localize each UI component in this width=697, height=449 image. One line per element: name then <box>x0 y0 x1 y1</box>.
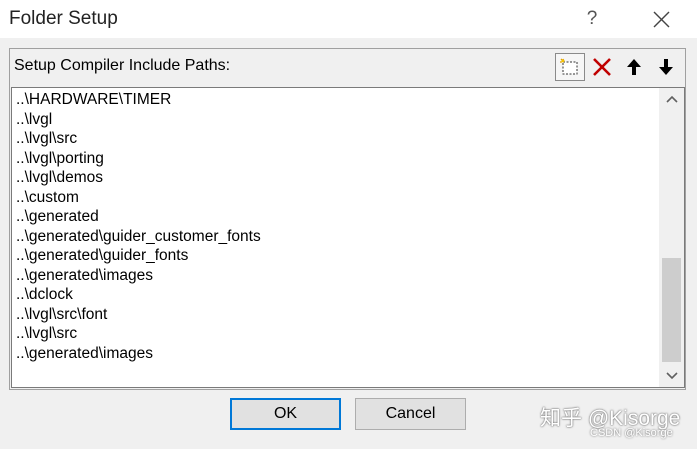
path-list-item[interactable]: ..\lvgl\demos <box>16 168 656 188</box>
cancel-button[interactable]: Cancel <box>355 398 466 430</box>
include-paths-label: Setup Compiler Include Paths: <box>14 57 231 74</box>
scroll-down-button[interactable] <box>659 365 684 387</box>
path-list-item[interactable]: ..\custom <box>16 188 656 208</box>
scrollbar-thumb[interactable] <box>662 258 681 362</box>
path-list-item[interactable]: ..\dclock <box>16 285 656 305</box>
move-down-button[interactable] <box>651 53 681 81</box>
path-list-item[interactable]: ..\generated\guider_fonts <box>16 246 656 266</box>
path-list-item[interactable]: ..\HARDWARE\TIMER <box>16 90 656 110</box>
move-up-icon <box>627 59 641 75</box>
path-list-item[interactable]: ..\generated <box>16 207 656 227</box>
title-bar: Folder Setup ? <box>0 0 697 38</box>
move-up-button[interactable] <box>619 53 649 81</box>
path-list-item[interactable]: ..\lvgl\porting <box>16 149 656 169</box>
path-list-item[interactable]: ..\lvgl <box>16 110 656 130</box>
chevron-up-icon <box>665 95 678 103</box>
include-paths-list[interactable]: ..\HARDWARE\TIMER ..\lvgl ..\lvgl\src ..\lv… <box>11 87 685 388</box>
path-list-item[interactable]: ..\generated\images <box>16 266 656 286</box>
ok-button[interactable]: OK <box>230 398 341 430</box>
close-icon <box>653 11 670 28</box>
chevron-down-icon <box>665 372 678 380</box>
new-icon <box>560 58 578 75</box>
path-list-item[interactable]: ..\generated\images <box>16 344 656 364</box>
scroll-up-button[interactable] <box>659 88 684 110</box>
path-list-item[interactable]: ..\lvgl\src <box>16 324 656 344</box>
watermark-subtext: CSDN @Kisorge <box>590 427 673 439</box>
delete-icon <box>593 58 611 76</box>
help-button[interactable]: ? <box>576 4 608 34</box>
path-list-item[interactable]: ..\lvgl\src <box>16 129 656 149</box>
vertical-scrollbar[interactable] <box>659 88 684 387</box>
move-down-icon <box>659 59 673 75</box>
delete-path-button[interactable] <box>587 53 617 81</box>
new-path-button[interactable] <box>555 53 585 81</box>
path-list-item[interactable]: ..\generated\guider_customer_fonts <box>16 227 656 247</box>
close-button[interactable] <box>644 4 678 34</box>
path-list-items: ..\HARDWARE\TIMER ..\lvgl ..\lvgl\src ..\lv… <box>16 90 656 363</box>
list-toolbar <box>555 53 683 81</box>
window-title: Folder Setup <box>9 8 118 29</box>
path-list-item[interactable]: ..\lvgl\src\font <box>16 305 656 325</box>
